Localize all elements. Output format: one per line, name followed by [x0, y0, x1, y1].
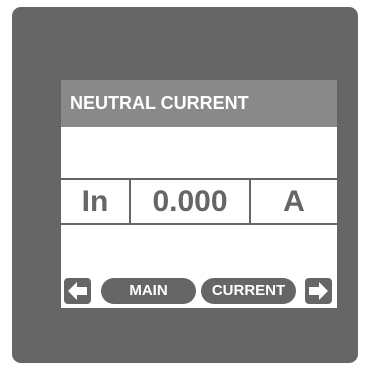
previous-button[interactable] — [64, 278, 91, 304]
current-button[interactable]: CURRENT — [201, 278, 296, 304]
reading-value: 0.000 — [131, 180, 251, 223]
page-title: NEUTRAL CURRENT — [61, 80, 337, 127]
reading-row: In 0.000 A — [61, 178, 337, 225]
meter-bezel: NEUTRAL CURRENT In 0.000 A MAIN CURRENT — [12, 7, 358, 363]
parameter-label: In — [61, 180, 131, 223]
main-button[interactable]: MAIN — [101, 278, 196, 304]
unit-label: A — [283, 184, 305, 218]
arrow-right-icon — [305, 278, 332, 304]
soft-key-bar: MAIN CURRENT — [61, 274, 337, 308]
arrow-left-icon — [64, 278, 91, 304]
meter-screen: NEUTRAL CURRENT In 0.000 A MAIN CURRENT — [61, 80, 337, 308]
next-button[interactable] — [305, 278, 332, 304]
